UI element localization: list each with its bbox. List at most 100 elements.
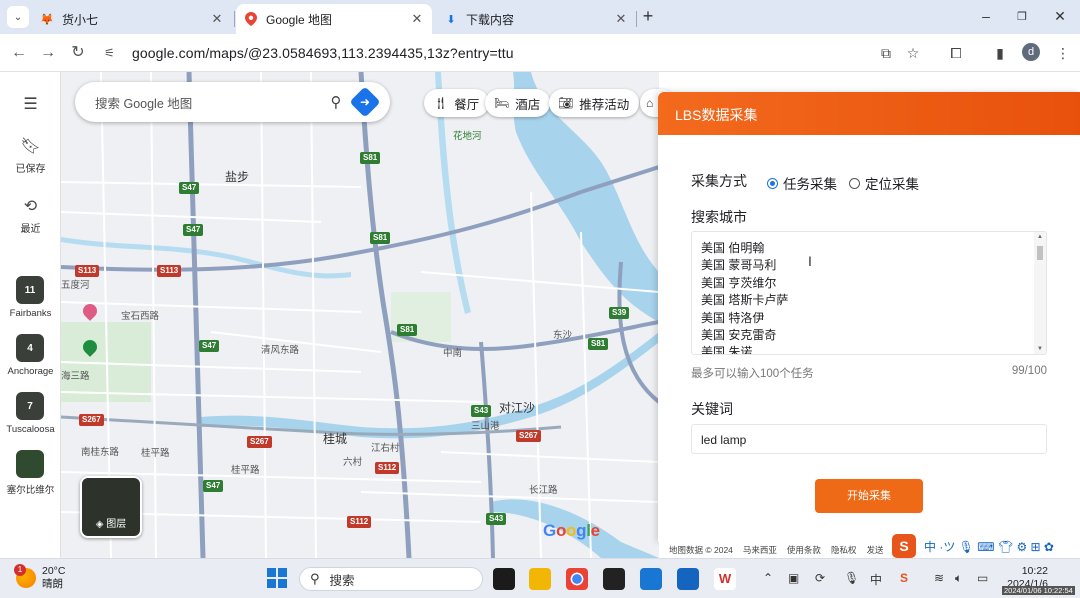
profile-avatar[interactable]: d — [1022, 43, 1040, 61]
radio-location-collection[interactable]: 定位采集 — [849, 173, 919, 193]
search-icon[interactable]: ⚲ — [324, 93, 348, 111]
ime-mode-icon[interactable]: 中 — [870, 571, 882, 588]
taskbar-search[interactable]: ⚲ 搜索 — [299, 567, 483, 591]
notification-badge: 1 — [14, 564, 26, 576]
place-label-tuscaloosa[interactable]: Tuscaloosa — [0, 424, 61, 435]
timestamp-overlay: 2024/01/06 10:22:54 — [1002, 586, 1075, 595]
tray-app-icon[interactable]: ▣ — [788, 571, 799, 585]
side-panel-icon[interactable]: ▮ — [990, 43, 1010, 63]
more-menu-icon[interactable]: ⋮ — [1053, 43, 1073, 63]
restore-window-icon[interactable]: ❐ — [1012, 10, 1032, 23]
privacy-link[interactable]: 隐私权 — [831, 544, 857, 556]
volume-icon[interactable]: 🔈︎ — [955, 571, 962, 586]
chip-restaurants[interactable]: 🍴︎ 餐厅 — [424, 89, 490, 117]
layers-button[interactable]: ◈ 图层 — [80, 476, 142, 538]
region-link[interactable]: 马来西亚 — [743, 544, 777, 556]
new-tab-plus-icon[interactable]: + — [638, 7, 658, 27]
weather-widget[interactable]: 1 20°C 晴朗 — [14, 564, 65, 591]
ime-toolbar[interactable]: S 中 ·ツ 🎙︎ ⌨ 👕︎ ⚙ ⊞ ✿ — [892, 534, 1054, 558]
city-line: 美国 朱诺 — [701, 345, 753, 355]
minimize-window-icon[interactable]: – — [976, 8, 996, 24]
scroll-down-icon[interactable]: ▼ — [1037, 346, 1043, 352]
expressway-s43 — [479, 341, 495, 558]
highway-shield: S43 — [471, 405, 492, 417]
map-label-haisan: 海三路 — [61, 371, 90, 382]
city-line: 美国 亨茨维尔 — [701, 275, 777, 290]
address-bar[interactable]: ⚟ google.com/maps/@23.0584693,113.239443… — [104, 39, 868, 67]
sogou-ime-icon[interactable]: S — [892, 534, 916, 558]
map-label-guicheng: 桂城 — [323, 432, 348, 446]
notepad-app-icon[interactable] — [640, 568, 662, 590]
map-label-guiping: 桂平路 — [141, 448, 170, 459]
close-tab-icon[interactable]: ✕ — [408, 10, 426, 28]
highway-shield: S112 — [375, 462, 400, 474]
back-arrow-icon[interactable]: ← — [9, 43, 29, 63]
recent-label: 最近 — [20, 224, 41, 235]
textarea-scrollbar[interactable]: ▲ ▼ — [1034, 232, 1046, 354]
tab-search-chevron-icon[interactable]: ⌄ — [7, 6, 29, 28]
keyword-input[interactable]: led lamp — [691, 424, 1047, 454]
bookmark-star-icon[interactable]: ☆ — [903, 43, 923, 63]
tab-downloads[interactable]: ⬇ 下载内容 ✕ — [436, 4, 636, 34]
close-window-icon[interactable]: ✕ — [1050, 8, 1070, 25]
terms-link[interactable]: 使用条款 — [787, 544, 821, 556]
reload-icon[interactable]: ↻ — [68, 43, 88, 63]
battery-icon[interactable]: ▭ — [977, 571, 988, 585]
microphone-icon[interactable]: 🎙︎ — [844, 571, 859, 585]
ide-app-icon[interactable] — [603, 568, 625, 590]
install-app-icon[interactable]: ⧉ — [876, 43, 896, 63]
extensions-puzzle-icon[interactable]: ⧠ — [946, 43, 966, 63]
scrollbar-thumb[interactable] — [1037, 246, 1043, 260]
maps-search-box[interactable]: 搜索 Google 地图 ⚲ ➜ — [75, 82, 390, 122]
file-explorer-icon[interactable] — [529, 568, 551, 590]
tab-huoxiaoqi[interactable]: 🦊 货小七 ✕ — [32, 4, 232, 34]
place-thumbnail-fairbanks[interactable]: 11 — [16, 276, 44, 304]
search-input[interactable]: 搜索 Google 地图 — [95, 93, 324, 112]
google-maps-favicon-icon — [244, 12, 258, 26]
city-line: 美国 特洛伊 — [701, 310, 765, 325]
site-info-tune-icon[interactable]: ⚟ — [104, 46, 122, 60]
saved-button[interactable]: 🔖︎ 已保存 — [0, 136, 61, 175]
highway-shield: S267 — [516, 430, 541, 442]
radio-task-collection[interactable]: 任务采集 — [767, 173, 837, 193]
tray-sync-icon[interactable]: ⟳ — [815, 571, 825, 585]
wifi-icon[interactable]: ≋ — [934, 571, 944, 585]
menu-hamburger-icon[interactable]: ☰ — [0, 94, 61, 118]
photos-app-icon[interactable] — [677, 568, 699, 590]
close-tab-icon[interactable]: ✕ — [208, 10, 226, 28]
windows-taskbar: 1 20°C 晴朗 ⚲ 搜索 W ⌃ ▣ ⟳ 🎙︎ 中 S ≋ 🔈︎ ▭ 10:… — [0, 558, 1080, 598]
recent-button[interactable]: ⟲ 最近 — [0, 196, 61, 235]
forward-arrow-icon[interactable]: → — [38, 43, 58, 63]
map-label-huadi-river: 花地河 — [453, 131, 482, 142]
start-collection-button[interactable]: 开始采集 — [815, 479, 923, 513]
city-textarea[interactable]: 美国 伯明翰 美国 蒙哥马利 美国 亨茨维尔 美国 塔斯卡卢萨 美国 特洛伊 美… — [691, 231, 1047, 355]
directions-icon[interactable]: ➜ — [349, 86, 381, 118]
map-canvas[interactable]: 盐步 桂城 对江沙 花地河 清风东路 东沙 中南 六村 江右村 三山港 长江路 … — [61, 72, 659, 558]
send-feedback-link[interactable]: 发送 — [866, 544, 883, 556]
layers-label: 图层 — [106, 519, 127, 530]
browser-tab-strip: ⌄ 🦊 货小七 ✕ Google 地图 ✕ ⬇ 下载内容 ✕ + – ❐ ✕ — [0, 0, 1080, 34]
url-text[interactable]: google.com/maps/@23.0584693,113.2394435,… — [132, 45, 514, 61]
place-thumbnail-anchorage[interactable]: 4 — [16, 334, 44, 362]
scroll-up-icon[interactable]: ▲ — [1037, 234, 1043, 240]
chip-hotels[interactable]: 🛏︎ 酒店 — [485, 89, 551, 117]
place-label-anchorage[interactable]: Anchorage — [0, 366, 61, 377]
task-view-icon[interactable] — [493, 568, 515, 590]
tab-google-maps[interactable]: Google 地图 ✕ — [236, 4, 432, 34]
city-label: 搜索城市 — [691, 209, 747, 225]
wps-office-icon[interactable]: W — [714, 568, 736, 590]
chip-activities[interactable]: 📷︎ 推荐活动 — [549, 89, 640, 117]
place-thumbnail-selbyville[interactable] — [16, 450, 44, 478]
place-label-selbyville[interactable]: 塞尔比维尔 — [0, 482, 61, 496]
sogou-tray-icon[interactable]: S — [900, 571, 908, 585]
huoxiaoqi-favicon-icon: 🦊 — [40, 13, 54, 26]
chrome-icon[interactable] — [566, 568, 588, 590]
place-thumbnail-tuscaloosa[interactable]: 7 — [16, 392, 44, 420]
place-label-fairbanks[interactable]: Fairbanks — [0, 308, 61, 319]
ime-tray-icons[interactable]: 中 ·ツ 🎙︎ ⌨ 👕︎ ⚙ ⊞ ✿ — [924, 538, 1054, 555]
panel-header: LBS数据采集 — [658, 92, 1080, 135]
home-icon: ⌂ — [646, 96, 654, 110]
close-tab-icon[interactable]: ✕ — [612, 10, 630, 28]
windows-start-icon[interactable] — [267, 568, 287, 588]
tray-overflow-chevron-icon[interactable]: ⌃ — [763, 571, 773, 585]
